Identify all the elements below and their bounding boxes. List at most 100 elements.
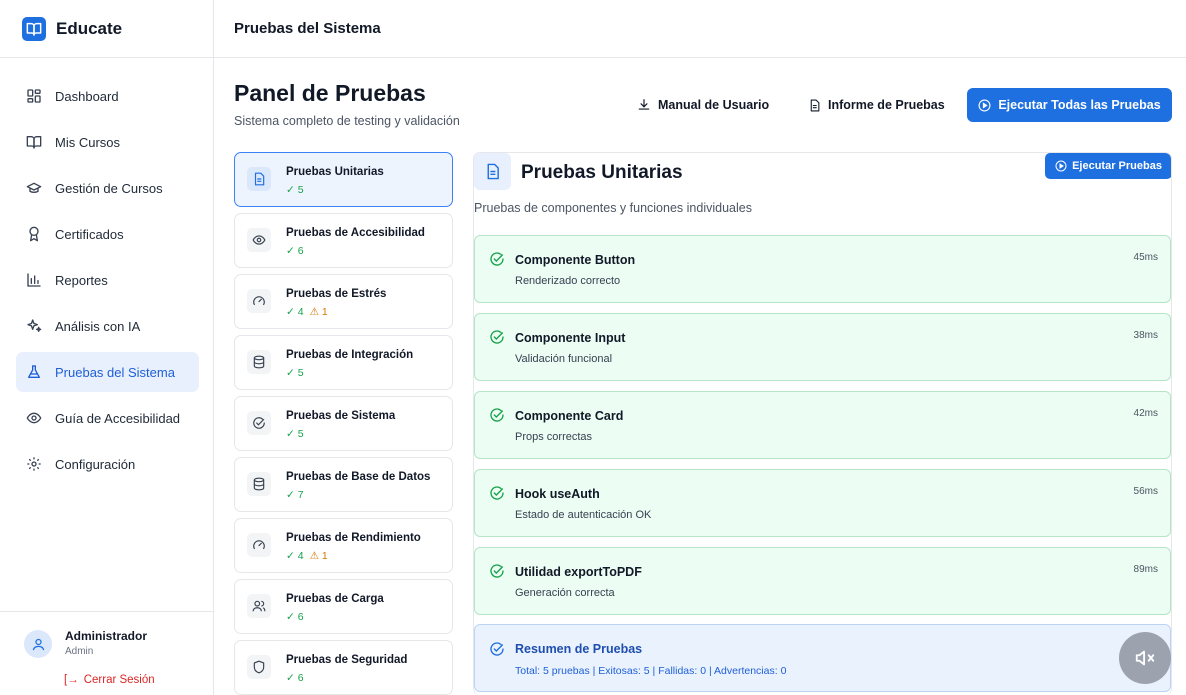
test-description: Props correctas <box>515 431 593 443</box>
category-accessibility-tests[interactable]: Pruebas de Accesibilidad ✓ 6 <box>234 213 453 268</box>
eye-icon <box>247 228 271 252</box>
detail-title: Pruebas Unitarias <box>521 162 683 183</box>
sidebar-item-label: Guía de Accesibilidad <box>55 410 181 426</box>
passed-count: ✓ 5 <box>286 184 304 196</box>
category-name: Pruebas de Carga <box>286 593 384 605</box>
top-header: Pruebas del Sistema <box>214 0 1186 58</box>
sidebar-item-reportes[interactable]: Reportes <box>16 260 199 300</box>
sidebar-item-guia-accesibilidad[interactable]: Guía de Accesibilidad <box>16 398 199 438</box>
gauge-icon <box>247 289 271 313</box>
database-icon <box>247 350 271 374</box>
gear-icon <box>27 457 41 471</box>
page-title: Panel de Pruebas <box>234 80 426 106</box>
category-stats: ✓ 5 <box>286 367 304 379</box>
category-stats: ✓ 6 <box>286 245 304 257</box>
sidebar-item-certificados[interactable]: Certificados <box>16 214 199 254</box>
sidebar-item-label: Certificados <box>55 226 124 242</box>
passed-count: ✓ 7 <box>286 489 304 501</box>
test-result-item: Hook useAuth Estado de autenticación OK … <box>474 469 1171 537</box>
run-tests-button[interactable]: Ejecutar Pruebas <box>1045 153 1171 179</box>
brand[interactable]: Educate <box>0 0 213 58</box>
test-result-item: Componente Card Props correctas 42ms <box>474 391 1171 459</box>
logout-label: Cerrar Sesión <box>83 674 155 686</box>
run-all-tests-label: Ejecutar Todas las Pruebas <box>998 98 1161 112</box>
award-icon <box>29 226 39 242</box>
logout-button[interactable]: [→ Cerrar Sesión <box>64 674 155 686</box>
play-circle-icon <box>978 99 991 111</box>
warning-count: ⚠ 1 <box>309 306 328 318</box>
category-name: Pruebas de Rendimiento <box>286 532 421 544</box>
user-panel: Administrador Admin [→ Cerrar Sesión <box>0 611 213 695</box>
detail-subtitle: Pruebas de componentes y funciones indiv… <box>474 201 752 215</box>
test-report-button[interactable]: Informe de Pruebas <box>808 88 945 122</box>
category-stats: ✓ 6 <box>286 672 304 684</box>
test-description: Validación funcional <box>515 353 613 365</box>
sidebar-item-label: Configuración <box>55 456 136 472</box>
category-database-tests[interactable]: Pruebas de Base de Datos ✓ 7 <box>234 457 453 512</box>
test-name: Componente Card <box>515 409 624 423</box>
avatar[interactable] <box>24 630 52 658</box>
sidebar-nav: Dashboard Mis Cursos Gestión de Cursos C… <box>0 58 213 484</box>
shield-icon <box>247 655 271 679</box>
category-stress-tests[interactable]: Pruebas de Estrés ✓ 4 ⚠ 1 <box>234 274 453 329</box>
category-load-tests[interactable]: Pruebas de Carga ✓ 6 <box>234 579 453 634</box>
test-duration: 38ms <box>1133 330 1158 341</box>
test-name: Componente Input <box>515 331 626 345</box>
category-integration-tests[interactable]: Pruebas de Integración ✓ 5 <box>234 335 453 390</box>
check-circle-icon <box>490 330 504 344</box>
check-circle-icon <box>490 564 504 578</box>
user-manual-button[interactable]: Manual de Usuario <box>637 88 769 122</box>
passed-count: ✓ 6 <box>286 245 304 257</box>
mute-button[interactable] <box>1119 632 1171 684</box>
test-result-item: Componente Button Renderizado correcto 4… <box>474 235 1171 303</box>
sidebar-item-label: Pruebas del Sistema <box>55 364 175 380</box>
database-icon <box>247 472 271 496</box>
file-text-icon <box>247 167 271 191</box>
category-name: Pruebas Unitarias <box>286 166 384 178</box>
sidebar-item-label: Dashboard <box>55 88 119 104</box>
category-system-tests[interactable]: Pruebas de Sistema ✓ 5 <box>234 396 453 451</box>
category-stats: ✓ 5 <box>286 428 304 440</box>
sidebar: Educate Dashboard Mis Cursos Gestión de … <box>0 0 214 695</box>
category-performance-tests[interactable]: Pruebas de Rendimiento ✓ 4 ⚠ 1 <box>234 518 453 573</box>
file-text-icon <box>810 99 820 111</box>
check-circle-icon <box>490 486 504 500</box>
test-name: Componente Button <box>515 253 636 267</box>
passed-count: ✓ 6 <box>286 672 304 684</box>
user-role: Admin <box>65 646 94 657</box>
sidebar-item-label: Reportes <box>55 272 108 288</box>
gauge-icon <box>247 533 271 557</box>
check-circle-icon <box>490 252 504 266</box>
sidebar-item-configuracion[interactable]: Configuración <box>16 444 199 484</box>
test-description: Renderizado correcto <box>515 275 621 287</box>
file-text-icon <box>474 153 511 190</box>
sidebar-item-gestion-cursos[interactable]: Gestión de Cursos <box>16 168 199 208</box>
test-description: Generación correcta <box>515 587 615 599</box>
category-unit-tests[interactable]: Pruebas Unitarias ✓ 5 <box>234 152 453 207</box>
sidebar-item-mis-cursos[interactable]: Mis Cursos <box>16 122 199 162</box>
sidebar-item-label: Gestión de Cursos <box>55 180 163 196</box>
header-title: Pruebas del Sistema <box>234 20 381 37</box>
test-report-label: Informe de Pruebas <box>828 98 945 112</box>
eye-icon <box>26 412 42 424</box>
category-name: Pruebas de Seguridad <box>286 654 408 666</box>
category-stats: ✓ 4 ⚠ 1 <box>286 550 328 562</box>
volume-x-icon <box>1135 650 1155 666</box>
sidebar-item-dashboard[interactable]: Dashboard <box>16 76 199 116</box>
graduation-cap-icon <box>26 182 42 193</box>
users-icon <box>247 594 271 618</box>
summary-title: Resumen de Pruebas <box>515 642 643 656</box>
passed-count: ✓ 4 <box>286 550 304 562</box>
category-name: Pruebas de Accesibilidad <box>286 227 425 239</box>
test-duration: 45ms <box>1133 252 1158 263</box>
sidebar-item-pruebas-sistema[interactable]: Pruebas del Sistema <box>16 352 199 392</box>
run-all-tests-button[interactable]: Ejecutar Todas las Pruebas <box>967 88 1172 122</box>
sidebar-item-analisis-ia[interactable]: Análisis con IA <box>16 306 199 346</box>
run-tests-label: Ejecutar Pruebas <box>1072 160 1162 172</box>
test-result-item: Componente Input Validación funcional 38… <box>474 313 1171 381</box>
category-name: Pruebas de Sistema <box>286 410 396 422</box>
play-circle-icon <box>1055 160 1067 172</box>
category-security-tests[interactable]: Pruebas de Seguridad ✓ 6 <box>234 640 453 695</box>
sparkles-icon <box>27 319 42 332</box>
category-stats: ✓ 4 ⚠ 1 <box>286 306 328 318</box>
